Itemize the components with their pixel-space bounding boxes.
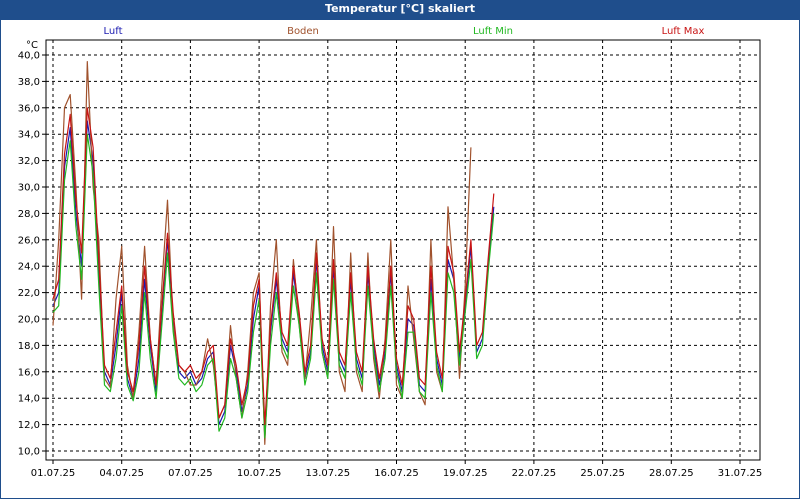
y-tick-label: 26,0 [18,235,40,246]
y-tick-label: 16,0 [18,367,40,378]
legend-entry: Luft [104,26,123,37]
y-tick-label: 38,0 [18,77,40,88]
y-tick-label: 28,0 [18,209,40,220]
x-tick-label: 19.07.25 [443,468,488,479]
x-tick-label: 25.07.25 [580,468,625,479]
x-tick-label: 13.07.25 [306,468,351,479]
x-tick-label: 31.07.25 [718,468,763,479]
y-axis-ticks: 10,0 12,0 14,0 16,0 18,0 20,0 22,0 24,0 26,0 28,0… [18,51,46,458]
legend: Luft Boden Luft Min Luft Max [104,26,705,37]
x-tick-label: 16.07.25 [374,468,419,479]
plot-area [45,39,761,461]
legend-entry: Luft Min [473,26,513,37]
x-tick-label: 10.07.25 [237,468,282,479]
x-tick-label: 28.07.25 [649,468,694,479]
y-tick-label: 24,0 [18,262,40,273]
y-tick-label: 20,0 [18,315,40,326]
y-tick-label: 10,0 [18,447,40,458]
y-tick-label: 36,0 [18,103,40,114]
x-tick-label: 01.07.25 [31,468,76,479]
x-tick-label: 22.07.25 [512,468,557,479]
y-tick-label: 22,0 [18,288,40,299]
y-tick-label: 12,0 [18,420,40,431]
chart-canvas: 10,0 12,0 14,0 16,0 18,0 20,0 22,0 24,0 26,0 28,0… [18,26,763,479]
y-tick-label: 14,0 [18,394,40,405]
legend-entry: Luft Max [662,26,705,37]
x-axis-ticks: 01.07.25 04.07.25 07.07.25 10.07.25 13.07.25… [31,460,763,479]
legend-entry: Boden [287,26,319,37]
y-tick-label: 18,0 [18,341,40,352]
y-tick-label: 40,0 [18,51,40,62]
y-tick-label: 30,0 [18,183,40,194]
x-tick-label: 04.07.25 [99,468,144,479]
x-tick-label: 07.07.25 [168,468,213,479]
y-tick-label: 34,0 [18,130,40,141]
y-tick-label: 32,0 [18,156,40,167]
y-axis-unit-label: °C [26,40,38,51]
